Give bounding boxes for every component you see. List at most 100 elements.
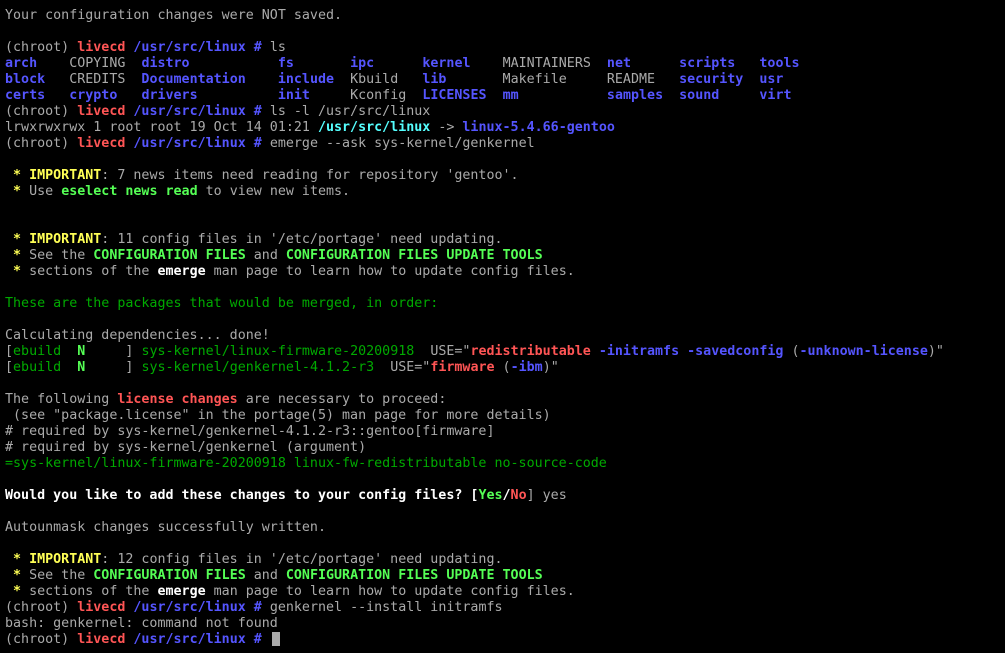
terminal-text-segment: lrwxrwxrwx 1 root root 19 Oct 14 01:21 xyxy=(5,120,318,135)
terminal-text-segment: drivers xyxy=(141,88,198,103)
terminal-line: * See the CONFIGURATION FILES and CONFIG… xyxy=(5,248,1005,264)
terminal-line: [ebuild N ] sys-kernel/linux-firmware-20… xyxy=(5,344,1005,360)
terminal-text-segment: * xyxy=(5,584,30,599)
terminal-line: * IMPORTANT: 12 config files in '/etc/po… xyxy=(5,552,1005,568)
terminal-text-segment: Documentation xyxy=(141,72,246,87)
terminal-text-segment: init xyxy=(277,88,310,103)
terminal-line: certs crypto drivers init Kconfig LICENS… xyxy=(5,88,1005,104)
terminal-text-segment: are necessary to proceed: xyxy=(237,392,447,407)
terminal-text-segment: and xyxy=(245,248,286,263)
terminal-text-segment: Autounmask changes successfully written. xyxy=(5,520,326,535)
terminal-text-segment: usr xyxy=(759,72,784,87)
terminal-line: # required by sys-kernel/genkernel (argu… xyxy=(5,440,1005,456)
terminal-text-segment: livecd xyxy=(77,136,126,151)
terminal-text-segment: (chroot) xyxy=(5,104,78,119)
terminal-line: The following license changes are necess… xyxy=(5,392,1005,408)
terminal-text-segment: man page to learn how to update config f… xyxy=(205,264,575,279)
terminal-text-segment: -initramfs -savedconfig xyxy=(598,344,784,359)
terminal-text-segment: /usr/src/linux # xyxy=(125,632,262,647)
terminal-text-segment: [ xyxy=(5,360,14,375)
terminal-text-segment: Calculating dependencies... done! xyxy=(5,328,270,343)
terminal-text-segment: * xyxy=(5,552,30,567)
terminal-text-segment: lib xyxy=(422,72,447,87)
terminal-text-segment: crypto xyxy=(69,88,118,103)
terminal-line: * IMPORTANT: 11 config files in '/etc/po… xyxy=(5,232,1005,248)
terminal-text-segment: license changes xyxy=(117,392,238,407)
terminal-text-segment: CONFIGURATION FILES UPDATE TOOLS xyxy=(285,248,543,263)
terminal-text-segment: ebuild xyxy=(13,360,62,375)
terminal-text-segment: /usr/src/linux # xyxy=(125,40,262,55)
terminal-text-segment: CONFIGURATION FILES xyxy=(93,248,246,263)
terminal-text-segment: kernel xyxy=(422,56,471,71)
terminal-text-segment: * xyxy=(5,168,30,183)
terminal-text-segment: Your configuration changes were NOT save… xyxy=(5,8,343,23)
terminal-line: [ebuild N ] sys-kernel/genkernel-4.1.2-r… xyxy=(5,360,1005,376)
terminal-text-segment: linux-5.4.66-gentoo xyxy=(462,120,615,135)
terminal-text-segment: * xyxy=(5,184,30,199)
terminal-prompt-line[interactable]: (chroot) livecd /usr/src/linux # xyxy=(5,632,1005,648)
terminal-screen[interactable]: Your configuration changes were NOT save… xyxy=(5,8,1005,648)
terminal-text-segment: (chroot) xyxy=(5,136,78,151)
terminal-text-segment: # required by sys-kernel/genkernel-4.1.2… xyxy=(5,424,495,439)
terminal-text-segment: ls xyxy=(261,40,286,55)
terminal-text-segment: CONFIGURATION FILES UPDATE TOOLS xyxy=(285,568,543,583)
terminal-text-segment: eselect news read xyxy=(61,184,198,199)
terminal-text-segment: man page to learn how to update config f… xyxy=(205,584,575,599)
terminal-text-segment: virt xyxy=(759,88,792,103)
terminal-line: (see "package.license" in the portage(5)… xyxy=(5,408,1005,424)
terminal-text-segment: block xyxy=(5,72,46,87)
terminal-text-segment: IMPORTANT xyxy=(29,232,102,247)
terminal-text-segment: sys-kernel/linux-firmware-20200918 xyxy=(141,344,415,359)
terminal-text-segment: Kconfig xyxy=(309,88,423,103)
terminal-text-segment: IMPORTANT xyxy=(29,552,102,567)
terminal-text-segment: -ibm xyxy=(510,360,543,375)
terminal-text-segment: (chroot) xyxy=(5,632,78,647)
terminal-line: block CREDITS Documentation include Kbui… xyxy=(5,72,1005,88)
terminal-text-segment: No xyxy=(510,488,527,503)
terminal-text-segment: ipc xyxy=(350,56,375,71)
terminal-text-segment: ( xyxy=(783,344,800,359)
terminal-text-segment: certs xyxy=(5,88,46,103)
terminal-text-segment: : 11 config files in '/etc/portage' need… xyxy=(101,232,503,247)
terminal-line: (chroot) livecd /usr/src/linux # ls -l /… xyxy=(5,104,1005,120)
terminal-text-segment: /usr/src/linux xyxy=(317,120,431,135)
terminal-text-segment: fs xyxy=(277,56,294,71)
terminal-text-segment: /usr/src/linux # xyxy=(125,600,262,615)
terminal-text-segment: [ xyxy=(5,344,14,359)
terminal-text-segment: arch xyxy=(5,56,38,71)
terminal-text-segment: scripts xyxy=(679,56,736,71)
terminal-line: (chroot) livecd /usr/src/linux # ls xyxy=(5,40,1005,56)
terminal-line: (chroot) livecd /usr/src/linux # emerge … xyxy=(5,136,1005,152)
terminal-text-segment: include xyxy=(277,72,335,87)
terminal-line: These are the packages that would be mer… xyxy=(5,296,1005,312)
terminal-window[interactable]: Your configuration changes were NOT save… xyxy=(0,0,1005,653)
terminal-text-segment: bash: genkernel: command not found xyxy=(5,616,278,631)
terminal-text-segment: USE=" xyxy=(374,360,431,375)
terminal-text-segment: : 7 news items need reading for reposito… xyxy=(101,168,519,183)
terminal-text-segment: ( xyxy=(494,360,511,375)
terminal-text-segment: ] xyxy=(85,360,142,375)
terminal-text-segment: (chroot) xyxy=(5,40,78,55)
terminal-text-segment: USE=" xyxy=(414,344,471,359)
terminal-text-segment: Makefile README xyxy=(446,72,680,87)
